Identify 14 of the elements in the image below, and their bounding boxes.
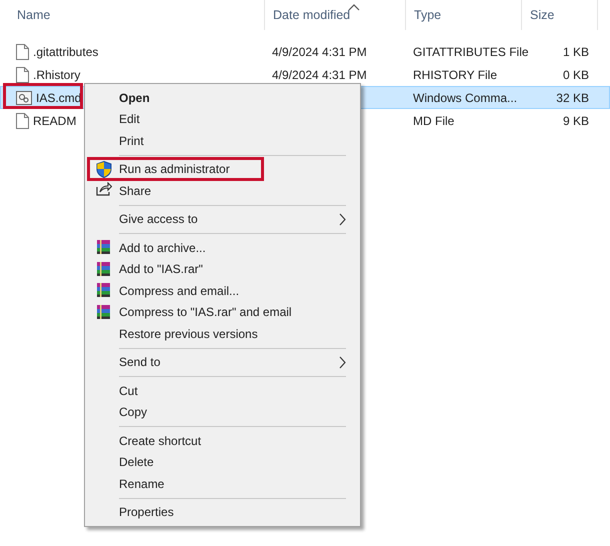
type-cell: Windows Comma... [413, 90, 518, 104]
file-name: .gitattributes [33, 44, 98, 58]
file-name: READM [33, 114, 76, 128]
date-cell: 4/9/2024 4:31 PM [272, 68, 367, 82]
size-cell: 1 KB [562, 44, 589, 58]
file-name: .Rhistory [33, 68, 80, 82]
type-cell: MD File [413, 114, 454, 128]
size-cell: 0 KB [562, 68, 589, 82]
type-cell: GITATTRIBUTES File [413, 44, 529, 58]
file-name: IAS.cmd [36, 90, 82, 104]
date-cell: 4/9/2024 4:31 PM [272, 44, 367, 58]
type-cell: RHISTORY File [413, 68, 498, 82]
size-cell: 9 KB [562, 114, 589, 128]
size-cell: 32 KB [556, 90, 589, 104]
